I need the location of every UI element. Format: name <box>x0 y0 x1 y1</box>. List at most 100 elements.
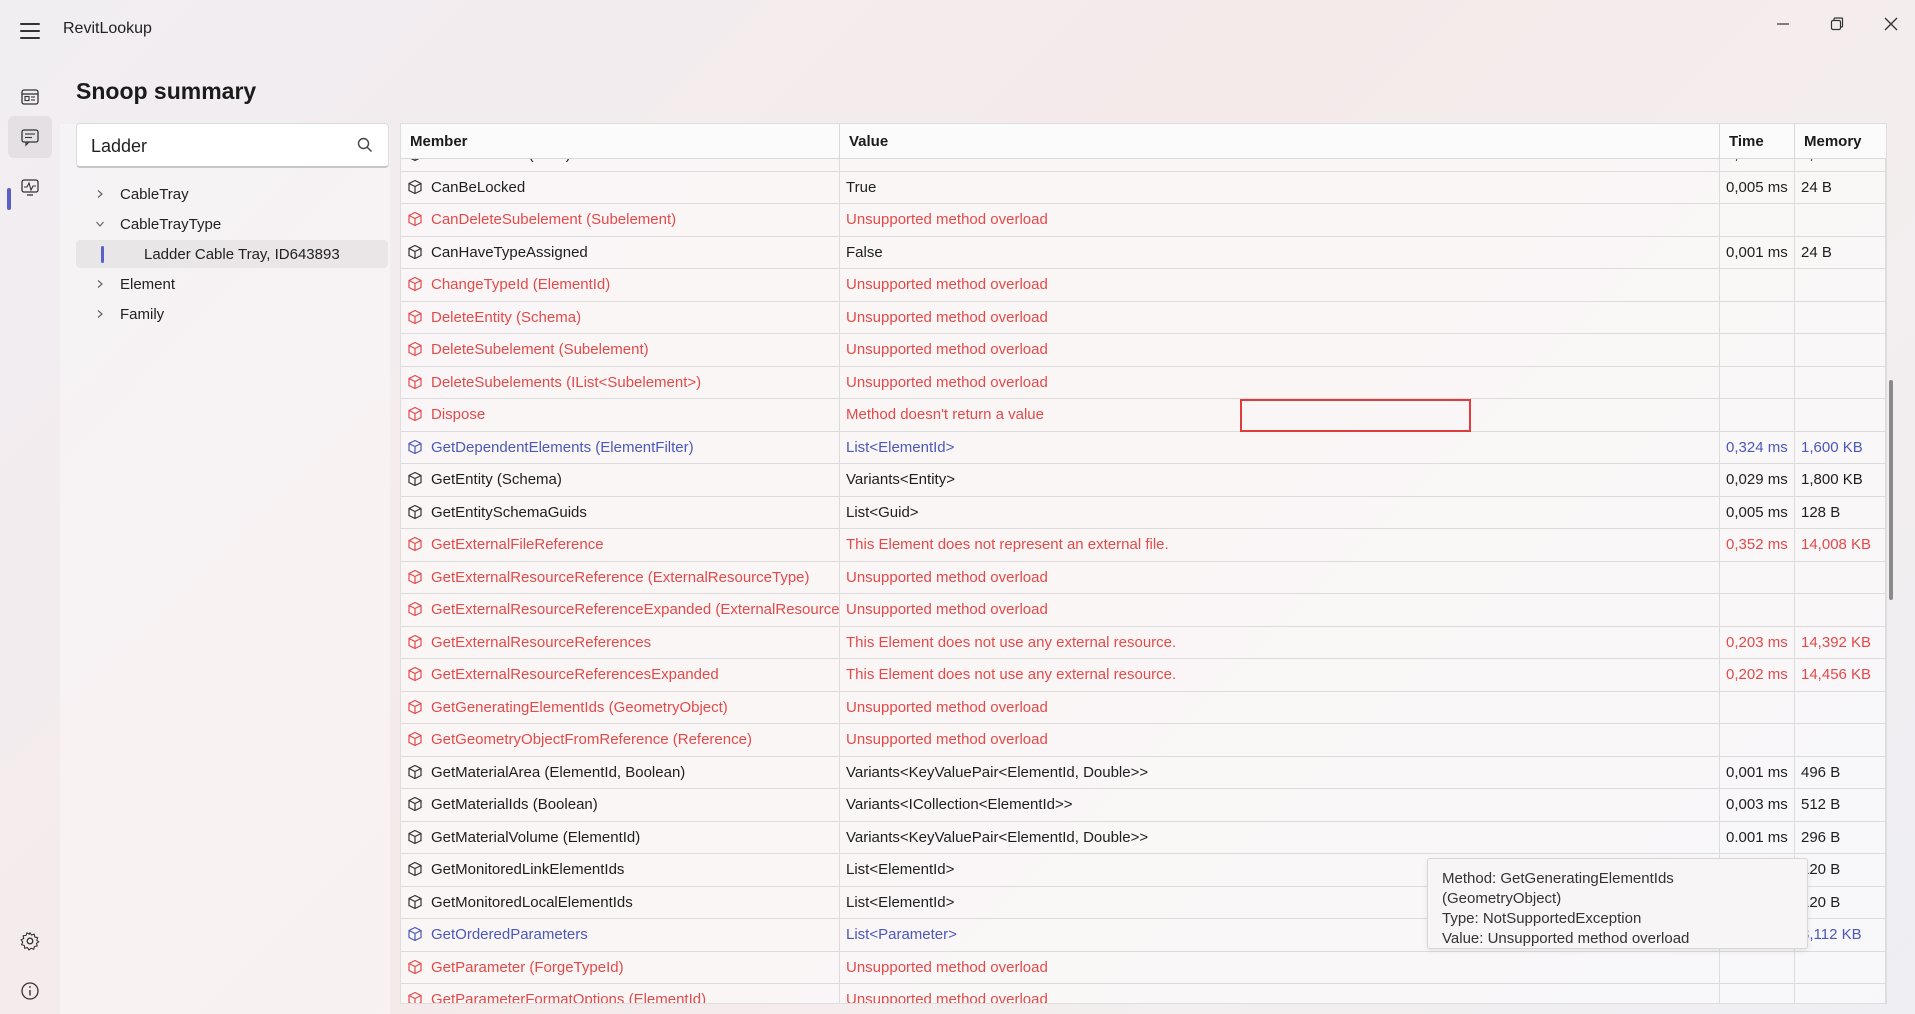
chevron-right-icon[interactable] <box>90 189 110 199</box>
method-cube-icon <box>408 796 422 812</box>
member-cell: GetExternalFileReference <box>401 529 840 561</box>
member-cell: DeleteSubelements (IList<Subelement>) <box>401 366 840 399</box>
events-monitor-icon <box>21 179 39 196</box>
tree-item-family[interactable]: Family <box>76 300 388 328</box>
column-header-member[interactable]: Member <box>401 124 840 159</box>
time-cell: 0,005 ms <box>1720 171 1795 204</box>
method-cube-icon <box>408 861 422 877</box>
tree-item-element[interactable]: Element <box>76 270 388 298</box>
member-cell: GetGeometryObjectFromReference (Referenc… <box>401 724 840 756</box>
method-cube-icon <box>410 159 420 162</box>
table-row[interactable]: CanBeHidden (View) Active view: True0,011… <box>401 159 1886 172</box>
time-cell <box>1720 334 1795 366</box>
table-row[interactable]: DeleteSubelements (IList<Subelement>) Uns… <box>401 366 1886 399</box>
title-bar: RevitLookup <box>0 0 1915 62</box>
value-cell: Unsupported method overload <box>840 204 1720 236</box>
value-cell: Unsupported method overload <box>840 951 1720 984</box>
value-cell: Active view: True <box>840 159 1720 171</box>
time-cell <box>1720 269 1795 301</box>
value-cell: Variants<ICollection<ElementId>> <box>840 789 1720 821</box>
method-cube-icon <box>408 536 422 552</box>
column-header-time[interactable]: Time <box>1720 124 1795 159</box>
chevron-down-icon[interactable] <box>90 219 110 229</box>
method-cube-icon <box>408 374 422 389</box>
table-row[interactable]: DeleteEntity (Schema) Unsupported method … <box>401 301 1886 334</box>
method-cube-icon <box>408 991 422 1003</box>
member-name: GetMonitoredLinkElementIds <box>431 861 625 878</box>
member-cell: GetMonitoredLinkElementIds <box>401 854 840 886</box>
time-cell <box>1720 301 1795 334</box>
table-row[interactable]: CanDeleteSubelement (Subelement) Unsuppor… <box>401 204 1886 237</box>
nav-dashboard[interactable] <box>8 76 52 118</box>
member-name: DeleteSubelements (IList<Subelement>) <box>431 373 702 391</box>
table-row[interactable]: ChangeTypeId (ElementId) Unsupported meth… <box>401 269 1886 302</box>
member-name: GetDependentElements (ElementFilter) <box>431 438 694 456</box>
table-row[interactable]: GetMaterialIds (Boolean) Variants<ICollec… <box>401 789 1886 822</box>
scrollbar[interactable] <box>1889 380 1893 600</box>
menu-icon[interactable] <box>18 20 42 42</box>
table-row[interactable]: GetDependentElements (ElementFilter) List… <box>401 431 1886 464</box>
table-row[interactable]: GetExternalResourceReferencesExpanded Thi… <box>401 659 1886 692</box>
table-row[interactable]: Dispose Method doesn't return a value <box>401 399 1886 432</box>
search-input[interactable] <box>91 134 341 158</box>
table-row[interactable]: GetExternalResourceReferences This Elemen… <box>401 626 1886 659</box>
chevron-right-icon[interactable] <box>90 309 110 319</box>
value-cell: Unsupported method overload <box>840 724 1720 756</box>
memory-cell: 14,392 KB <box>1795 626 1886 659</box>
nav-about[interactable] <box>8 970 52 1012</box>
close-button[interactable] <box>1868 6 1914 42</box>
tree-item-cabletraytype[interactable]: CableTrayType <box>76 210 388 238</box>
member-cell: GetEntity (Schema) <box>401 464 840 496</box>
close-icon <box>1884 17 1898 31</box>
tree-item-ladder-cable-tray[interactable]: Ladder Cable Tray, ID643893 <box>76 240 388 268</box>
time-cell: 0,011 ms <box>1720 159 1795 171</box>
memory-cell <box>1795 366 1886 399</box>
memory-cell <box>1795 269 1886 301</box>
minimize-button[interactable] <box>1760 6 1806 42</box>
table-row[interactable]: GetMaterialVolume (ElementId) Variants<Ke… <box>401 821 1886 854</box>
tree-item-cabletray[interactable]: CableTray <box>76 180 388 208</box>
chevron-right-icon[interactable] <box>90 279 110 289</box>
table-row[interactable]: GetGeometryObjectFromReference (Referenc… <box>401 724 1886 757</box>
table-row[interactable]: GetExternalFileReference This Element doe… <box>401 529 1886 562</box>
column-header-memory[interactable]: Memory <box>1795 124 1886 159</box>
table-row[interactable]: GetMaterialArea (ElementId, Boolean) Vari… <box>401 756 1886 789</box>
table-row[interactable]: GetGeneratingElementIds (GeometryObject)… <box>401 691 1886 724</box>
memory-cell: 1,312 KB <box>1795 159 1886 171</box>
table-row[interactable]: GetExternalResourceReference (ExternalRe… <box>401 561 1886 594</box>
nav-events-monitor[interactable] <box>8 166 52 208</box>
member-name: GetMonitoredLocalElementIds <box>431 893 633 911</box>
nav-settings[interactable] <box>8 920 52 962</box>
search-box[interactable] <box>76 123 389 168</box>
table-row[interactable]: DeleteSubelement (Subelement) Unsupported… <box>401 334 1886 367</box>
member-cell: GetMaterialIds (Boolean) <box>401 789 840 821</box>
table-row[interactable]: GetParameter (ForgeTypeId) Unsupported me… <box>401 951 1886 984</box>
value-cell: Unsupported method overload <box>840 269 1720 301</box>
table-row[interactable]: GetEntitySchemaGuids List<Guid> 0,005 ms 12… <box>401 496 1886 529</box>
table-row[interactable]: CanHaveTypeAssigned False 0,001 ms 24 B <box>401 236 1886 269</box>
table-row[interactable]: GetParameterFormatOptions (ElementId) Uns… <box>401 984 1886 1003</box>
table-row[interactable]: CanBeLocked True 0,005 ms 24 B <box>401 171 1886 204</box>
member-cell: CanDeleteSubelement (Subelement) <box>401 204 840 236</box>
member-cell: GetMaterialVolume (ElementId) <box>401 821 840 854</box>
member-cell: DeleteEntity (Schema) <box>401 301 840 334</box>
search-icon[interactable] <box>356 136 374 154</box>
value-cell: This Element does not represent an exter… <box>840 529 1720 561</box>
time-cell <box>1720 724 1795 756</box>
app-title: RevitLookup <box>63 20 152 37</box>
member-name: Dispose <box>431 406 486 423</box>
memory-cell <box>1795 204 1886 236</box>
memory-cell: 24 B <box>1795 236 1886 269</box>
value-cell: Variants<KeyValuePair<ElementId, Double>… <box>840 756 1720 789</box>
time-cell <box>1720 561 1795 594</box>
member-cell: GetDependentElements (ElementFilter) <box>401 431 840 464</box>
method-cube-icon <box>408 959 422 974</box>
table-row[interactable]: GetExternalResourceReferenceExpanded (Ex… <box>401 594 1886 627</box>
member-name: GetOrderedParameters <box>431 926 588 943</box>
table-row[interactable]: GetEntity (Schema) Variants<Entity> 0,029 … <box>401 464 1886 497</box>
memory-cell <box>1795 951 1886 984</box>
column-header-value[interactable]: Value <box>840 124 1720 159</box>
nav-snoop-summary[interactable] <box>8 116 52 158</box>
value-cell: True <box>840 171 1720 204</box>
restore-button[interactable] <box>1814 6 1860 42</box>
